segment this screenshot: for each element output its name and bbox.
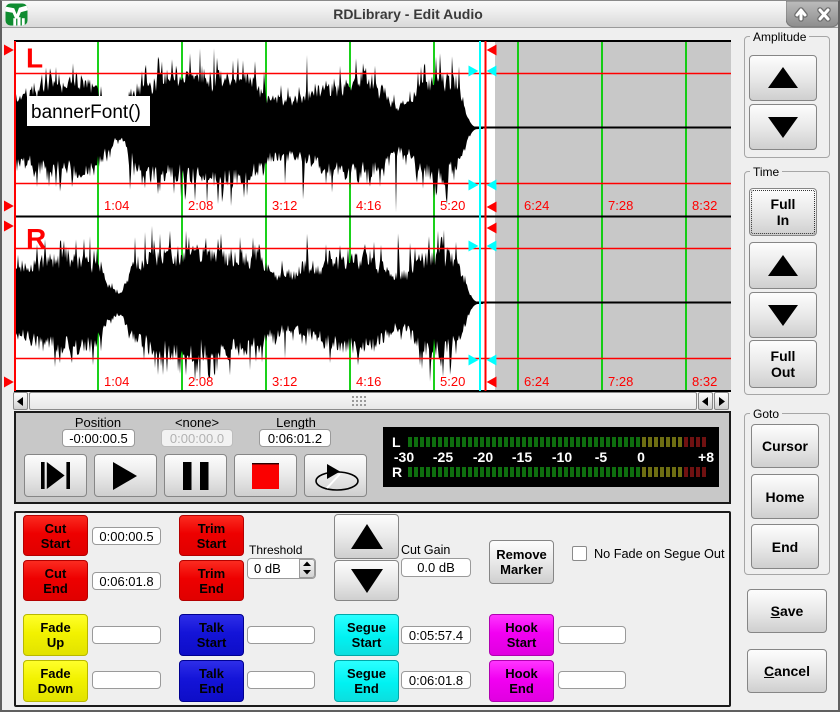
svg-text:4:16: 4:16	[356, 198, 381, 213]
svg-text:0: 0	[637, 449, 645, 465]
svg-text:3:12: 3:12	[272, 374, 297, 389]
svg-text:6:24: 6:24	[524, 374, 549, 389]
svg-text:7:28: 7:28	[608, 198, 633, 213]
svg-text:-10: -10	[552, 449, 572, 465]
svg-text:-15: -15	[512, 449, 532, 465]
svg-text:-5: -5	[595, 449, 608, 465]
svg-text:+8: +8	[698, 449, 714, 465]
svg-text:4:16: 4:16	[356, 374, 381, 389]
svg-text:8:32: 8:32	[692, 374, 717, 389]
svg-text:L: L	[26, 43, 43, 74]
svg-text:R: R	[26, 223, 46, 254]
svg-text:-30: -30	[394, 449, 414, 465]
svg-text:2:08: 2:08	[188, 198, 213, 213]
svg-text:5:20: 5:20	[440, 374, 465, 389]
svg-text:2:08: 2:08	[188, 374, 213, 389]
svg-text:5:20: 5:20	[440, 198, 465, 213]
svg-text:bannerFont(): bannerFont()	[31, 102, 141, 123]
svg-text:-25: -25	[433, 449, 453, 465]
svg-text:7:28: 7:28	[608, 374, 633, 389]
svg-text:1:04: 1:04	[104, 198, 129, 213]
svg-text:6:24: 6:24	[524, 198, 549, 213]
svg-text:L: L	[392, 434, 401, 450]
svg-text:1:04: 1:04	[104, 374, 129, 389]
svg-text:-20: -20	[473, 449, 493, 465]
svg-text:8:32: 8:32	[692, 198, 717, 213]
svg-text:R: R	[392, 464, 402, 480]
svg-text:3:12: 3:12	[272, 198, 297, 213]
